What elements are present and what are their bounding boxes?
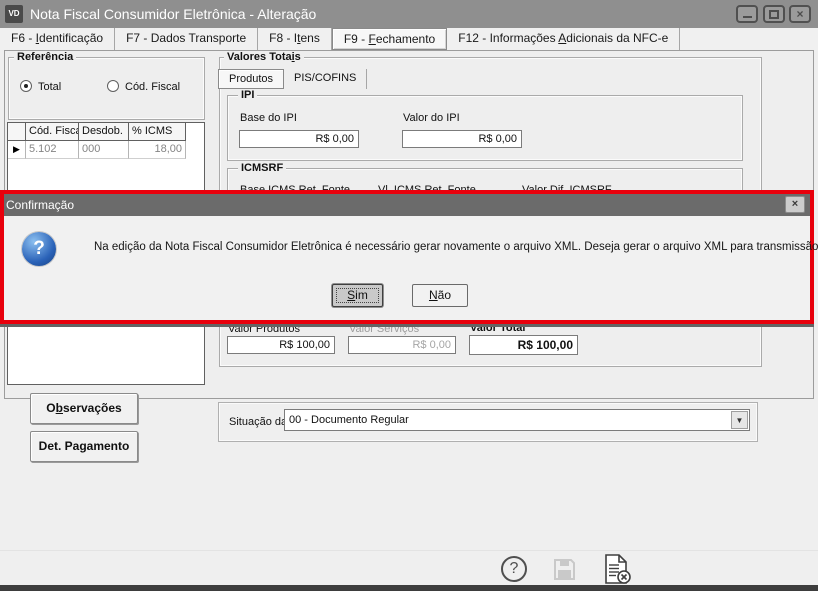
radio-total-label[interactable]: Total [38, 81, 61, 93]
help-icon: ? [509, 560, 519, 577]
valor-ipi-field[interactable]: R$ 0,00 [402, 130, 522, 148]
radio-cod-fiscal[interactable] [107, 80, 119, 92]
cell-icms: 18,00 [129, 141, 186, 159]
table-row[interactable]: ▶ 5.102 000 18,00 [8, 141, 204, 159]
referencia-group-label: Referência [14, 51, 77, 64]
nao-button[interactable]: Não [412, 284, 468, 307]
bottom-edge [0, 585, 818, 591]
valor-produtos-field[interactable]: R$ 100,00 [227, 336, 335, 354]
valores-totais-label: Valores Totais [224, 51, 304, 64]
maximize-button[interactable] [763, 5, 785, 23]
dialog-close-icon: × [791, 198, 799, 210]
situacao-value: 00 - Documento Regular [289, 414, 409, 426]
radio-cod-fiscal-label[interactable]: Cód. Fiscal [125, 81, 180, 93]
det-pagamento-button[interactable]: Det. Pagamento [30, 431, 138, 462]
maximize-icon [769, 9, 779, 19]
question-icon: ? [22, 232, 56, 266]
cell-cod-fiscal: 5.102 [26, 141, 79, 159]
ipi-groupbox [227, 95, 743, 161]
dialog-message: Na edição da Nota Fiscal Consumidor Elet… [94, 241, 818, 253]
dialog-title: Confirmação [6, 198, 75, 212]
grid-header-desdob: Desdob. [79, 123, 129, 141]
sim-button[interactable]: Sim [332, 284, 383, 307]
dialog-titlebar: Confirmação × [4, 194, 810, 216]
tab-f12-informacoes-adicionais[interactable]: F12 - Informações Adicionais da NFC-e [447, 28, 681, 50]
situacao-dropdown-button[interactable]: ▼ [731, 411, 748, 429]
situacao-combobox[interactable]: 00 - Documento Regular ▼ [284, 409, 750, 431]
cell-filler [186, 141, 204, 159]
cancel-document-button[interactable] [601, 553, 633, 585]
valor-produtos-label: Valor Produtos [228, 323, 300, 335]
cell-desdob: 000 [79, 141, 129, 159]
tab-f7-dados-transporte[interactable]: F7 - Dados Transporte [115, 28, 259, 50]
radio-total[interactable] [20, 80, 32, 92]
valor-servicos-label: Valor Serviços [349, 323, 420, 335]
ipi-group-label: IPI [238, 89, 258, 102]
valor-ipi-label: Valor do IPI [403, 112, 460, 124]
grid-header-cod-fiscal: Cód. Fiscal [26, 123, 79, 141]
window-titlebar: VD Nota Fiscal Consumidor Eletrônica - A… [0, 0, 818, 28]
tab-f8-itens[interactable]: F8 - Itens [258, 28, 332, 50]
base-ipi-field[interactable]: R$ 0,00 [239, 130, 359, 148]
cancel-document-icon [605, 554, 631, 584]
toolbar-divider [0, 550, 818, 551]
tab-f9-fechamento[interactable]: F9 - Fechamento [331, 28, 448, 50]
help-button[interactable]: ? [501, 556, 527, 582]
main-tabbar: F6 - Identificação F7 - Dados Transporte… [0, 28, 818, 50]
app-icon: VD [5, 5, 23, 23]
app-window: VD Nota Fiscal Consumidor Eletrônica - A… [0, 0, 818, 591]
close-button[interactable]: × [789, 5, 811, 23]
chevron-down-icon: ▼ [735, 415, 744, 425]
grid-header-selector [8, 123, 26, 141]
grid-header-filler [186, 123, 204, 141]
valor-servicos-field[interactable]: R$ 0,00 [348, 336, 456, 354]
base-ipi-label: Base do IPI [240, 112, 297, 124]
grid-header-row: Cód. Fiscal Desdob. % ICMS [8, 123, 204, 141]
tab-f6-identificacao[interactable]: F6 - Identificação [0, 28, 116, 50]
confirmation-dialog: Confirmação × ? Na edição da Nota Fiscal… [0, 190, 818, 324]
minimize-button[interactable] [736, 5, 758, 23]
observacoes-button[interactable]: Observações [30, 393, 138, 424]
valor-total-field[interactable]: R$ 100,00 [469, 335, 578, 355]
minimize-icon [742, 16, 752, 18]
tab-pis-cofins[interactable]: PIS/COFINS [284, 69, 368, 89]
row-selector-icon: ▶ [8, 141, 26, 159]
icmsrf-group-label: ICMSRF [238, 162, 287, 175]
tab-produtos[interactable]: Produtos [218, 69, 285, 89]
close-icon: × [796, 7, 804, 21]
valores-totais-tabbar: Produtos PIS/COFINS [218, 69, 368, 89]
save-icon [553, 558, 575, 580]
dialog-close-button[interactable]: × [785, 196, 805, 213]
grid-header-icms: % ICMS [129, 123, 186, 141]
save-button[interactable] [551, 556, 577, 582]
window-title: Nota Fiscal Consumidor Eletrônica - Alte… [30, 6, 317, 22]
